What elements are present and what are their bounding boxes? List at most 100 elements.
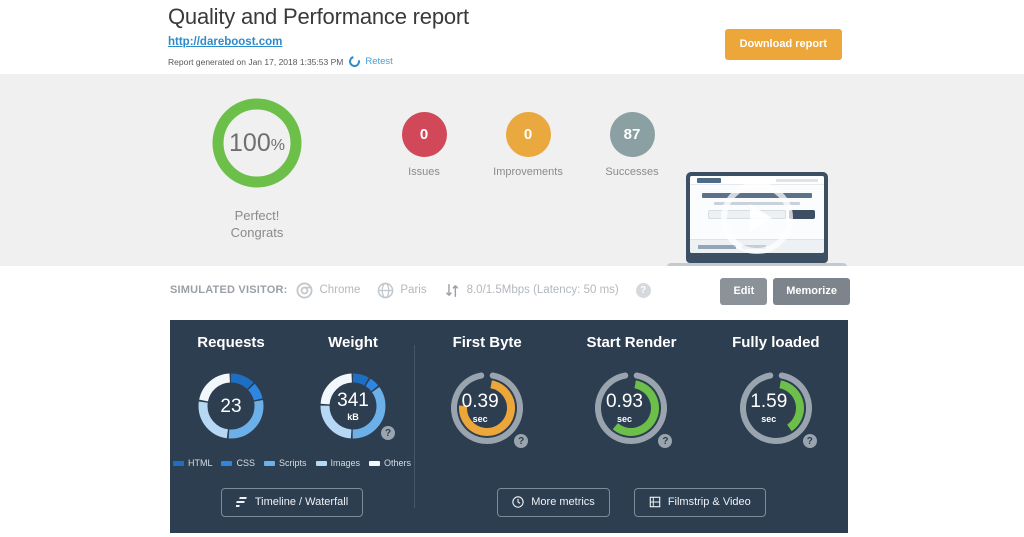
gauge-row: 0.39 sec ? 0.93 sec ? 1.59 sec ? xyxy=(415,365,848,451)
help-icon[interactable]: ? xyxy=(635,282,651,298)
visitor-bandwidth: 8.0/1.5Mbps (Latency: 50 ms) xyxy=(444,282,619,299)
breakdown-group: Requests Weight 23 341 kB ? HTML CSS Scr… xyxy=(170,334,414,468)
timeline-waterfall-label: Timeline / Waterfall xyxy=(254,496,349,508)
legend-item-others: Others xyxy=(369,458,411,468)
requests-value: 23 xyxy=(220,395,242,417)
simulated-visitor-bar: SIMULATED VISITOR: Chrome Paris 8.0/1.5M… xyxy=(0,266,1024,314)
first-byte-unit: sec xyxy=(472,414,488,424)
weight-chart: 341 kB ? xyxy=(292,370,414,442)
breakdown-charts: 23 341 kB ? xyxy=(170,370,414,442)
play-icon[interactable] xyxy=(721,182,793,254)
score-caption-line1: Perfect! xyxy=(234,208,280,223)
filmstrip-video-button[interactable]: Filmstrip & Video xyxy=(633,488,766,517)
requests-center: 23 xyxy=(195,370,267,442)
start-render-gauge: 0.93 sec ? xyxy=(559,365,703,451)
memorize-button[interactable]: Memorize xyxy=(773,278,850,305)
breakdown-titles: Requests Weight xyxy=(170,334,414,351)
help-icon[interactable]: ? xyxy=(381,426,395,440)
kpi-issues-label: Issues xyxy=(408,166,440,178)
legend-swatch xyxy=(172,460,184,466)
film-icon xyxy=(649,496,661,508)
metrics-button-row: More metrics Filmstrip & Video xyxy=(415,488,848,517)
first-byte-title: First Byte xyxy=(452,334,522,351)
clock-icon xyxy=(512,496,524,508)
first-byte-gauge-graphic: 0.39 sec ? xyxy=(444,365,530,451)
fully-loaded-unit: sec xyxy=(761,414,777,424)
laptop-video-thumbnail[interactable] xyxy=(667,172,847,276)
score-donut: 100% xyxy=(208,94,306,192)
breakdown-legend: HTML CSS Scripts Images Others xyxy=(170,458,414,468)
legend-item-html: HTML xyxy=(172,458,212,468)
fully-loaded-value: 1.59 xyxy=(750,391,788,412)
refresh-icon xyxy=(347,53,363,70)
weight-value: 341 xyxy=(337,389,369,411)
gauge-titles: First Byte Start Render Fully loaded xyxy=(415,334,848,351)
page-title: Quality and Performance report xyxy=(168,4,469,29)
kpi-successes[interactable]: 87 Successes xyxy=(590,112,674,178)
visitor-location-name: Paris xyxy=(400,284,427,296)
more-metrics-label: More metrics xyxy=(531,496,595,508)
waterfall-button-row: Timeline / Waterfall xyxy=(170,488,414,517)
kpi-improvements-value: 0 xyxy=(505,112,551,157)
legend-swatch xyxy=(221,460,233,466)
waterfall-icon xyxy=(235,497,247,507)
weight-center: 341 kB xyxy=(317,370,389,442)
score-caption-line2: Congrats xyxy=(230,225,284,240)
download-report-button[interactable]: Download report xyxy=(724,29,842,60)
preview-logo xyxy=(697,178,721,183)
timing-gauges: First Byte Start Render Fully loaded 0.3… xyxy=(415,334,848,451)
weight-title: Weight xyxy=(328,334,378,351)
start-render-gauge-graphic: 0.93 sec ? xyxy=(588,365,674,451)
report-header: Quality and Performance report http://da… xyxy=(0,0,1024,74)
report-url-link[interactable]: http://dareboost.com xyxy=(168,36,282,48)
globe-icon xyxy=(378,282,394,298)
weight-donut: 341 kB ? xyxy=(317,370,395,442)
start-render-value: 0.93 xyxy=(605,391,643,412)
requests-title: Requests xyxy=(197,334,265,351)
retest-link[interactable]: Retest xyxy=(365,56,392,67)
first-byte-center: 0.39 sec xyxy=(437,365,523,451)
chrome-icon xyxy=(296,281,313,299)
start-render-title: Start Render xyxy=(586,334,677,351)
summary-band: 100% Perfect! Congrats 0 Issues 0 Improv… xyxy=(0,74,1024,311)
visitor-browser-name: Chrome xyxy=(319,284,361,296)
weight-unit: kB xyxy=(347,411,359,422)
score-value: 100% xyxy=(208,94,306,192)
kpi-issues[interactable]: 0 Issues xyxy=(382,112,466,178)
kpi-group: 0 Issues 0 Improvements 87 Successes xyxy=(382,112,674,178)
score-caption: Perfect! Congrats xyxy=(203,207,311,241)
kpi-improvements-label: Improvements xyxy=(493,166,563,178)
legend-label: Images xyxy=(330,458,361,468)
preview-footer-bar-1 xyxy=(698,245,736,249)
kpi-successes-label: Successes xyxy=(605,166,659,178)
report-meta: Report generated on Jan 17, 2018 1:35:53… xyxy=(168,53,1024,70)
fully-loaded-title: Fully loaded xyxy=(732,334,820,351)
score-number: 100 xyxy=(229,128,271,157)
global-score: 100% Perfect! Congrats xyxy=(203,94,311,241)
kpi-improvements[interactable]: 0 Improvements xyxy=(486,112,570,178)
first-byte-value: 0.39 xyxy=(461,391,499,412)
timeline-waterfall-button[interactable]: Timeline / Waterfall xyxy=(220,488,364,517)
help-icon[interactable]: ? xyxy=(802,434,817,448)
filmstrip-video-label: Filmstrip & Video xyxy=(667,496,751,508)
kpi-successes-value: 87 xyxy=(609,112,655,157)
visitor-bandwidth-text: 8.0/1.5Mbps (Latency: 50 ms) xyxy=(466,284,619,296)
more-metrics-button[interactable]: More metrics xyxy=(497,488,610,517)
legend-swatch xyxy=(315,460,327,466)
fully-loaded-center: 1.59 sec xyxy=(726,365,812,451)
visitor-browser: Chrome xyxy=(296,281,361,299)
start-render-unit: sec xyxy=(616,414,632,424)
start-render-center: 0.93 sec xyxy=(581,365,667,451)
simulated-visitor-label: SIMULATED VISITOR: xyxy=(170,284,288,296)
legend-label: Scripts xyxy=(278,458,307,468)
metrics-panel: Requests Weight 23 341 kB ? HTML CSS Scr… xyxy=(170,320,848,533)
requests-chart: 23 xyxy=(170,370,292,442)
legend-swatch xyxy=(369,460,381,466)
requests-donut: 23 xyxy=(195,370,267,442)
edit-button[interactable]: Edit xyxy=(720,278,768,305)
legend-label: Others xyxy=(384,458,412,468)
generated-timestamp: Report generated on Jan 17, 2018 1:35:53… xyxy=(168,56,344,67)
legend-item-css: CSS xyxy=(221,458,255,468)
legend-item-scripts: Scripts xyxy=(263,458,307,468)
visitor-location: Paris xyxy=(377,282,427,299)
